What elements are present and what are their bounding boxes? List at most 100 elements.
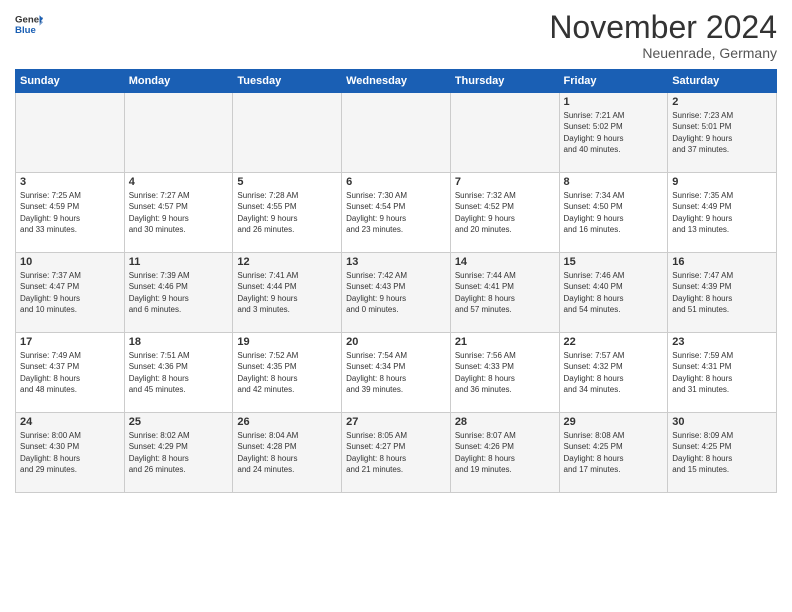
- calendar-day-cell: 7 Sunrise: 7:32 AM Sunset: 4:52 PM Daylig…: [450, 173, 559, 253]
- calendar-day-cell: 20 Sunrise: 7:54 AM Sunset: 4:34 PM Dayli…: [342, 333, 451, 413]
- day-number: 15: [564, 256, 664, 268]
- day-info: Sunrise: 8:08 AM Sunset: 4:25 PM Dayligh…: [564, 430, 664, 475]
- day-number: 24: [20, 416, 120, 428]
- day-number: 10: [20, 256, 120, 268]
- calendar-day-cell: [124, 93, 233, 173]
- weekday-header-cell: Wednesday: [342, 70, 451, 93]
- day-info: Sunrise: 7:37 AM Sunset: 4:47 PM Dayligh…: [20, 270, 120, 315]
- weekday-header-cell: Saturday: [668, 70, 777, 93]
- weekday-header: SundayMondayTuesdayWednesdayThursdayFrid…: [16, 70, 777, 93]
- day-info: Sunrise: 7:54 AM Sunset: 4:34 PM Dayligh…: [346, 350, 446, 395]
- calendar-day-cell: [16, 93, 125, 173]
- day-info: Sunrise: 7:59 AM Sunset: 4:31 PM Dayligh…: [672, 350, 772, 395]
- day-info: Sunrise: 7:30 AM Sunset: 4:54 PM Dayligh…: [346, 190, 446, 235]
- calendar-day-cell: 12 Sunrise: 7:41 AM Sunset: 4:44 PM Dayli…: [233, 253, 342, 333]
- calendar-week-row: 17Sunrise: 7:49 AM Sunset: 4:37 PM Dayli…: [16, 333, 777, 413]
- calendar-day-cell: 16Sunrise: 7:47 AM Sunset: 4:39 PM Dayli…: [668, 253, 777, 333]
- day-info: Sunrise: 7:34 AM Sunset: 4:50 PM Dayligh…: [564, 190, 664, 235]
- calendar-day-cell: 8 Sunrise: 7:34 AM Sunset: 4:50 PM Daylig…: [559, 173, 668, 253]
- calendar-day-cell: 18Sunrise: 7:51 AM Sunset: 4:36 PM Dayli…: [124, 333, 233, 413]
- day-number: 16: [672, 256, 772, 268]
- day-info: Sunrise: 8:04 AM Sunset: 4:28 PM Dayligh…: [237, 430, 337, 475]
- day-number: 2: [672, 96, 772, 108]
- logo: General Blue: [15, 10, 43, 38]
- calendar-day-cell: 22 Sunrise: 7:57 AM Sunset: 4:32 PM Dayli…: [559, 333, 668, 413]
- day-info: Sunrise: 7:51 AM Sunset: 4:36 PM Dayligh…: [129, 350, 229, 395]
- calendar-week-row: 10 Sunrise: 7:37 AM Sunset: 4:47 PM Dayli…: [16, 253, 777, 333]
- calendar-day-cell: [450, 93, 559, 173]
- day-info: Sunrise: 7:42 AM Sunset: 4:43 PM Dayligh…: [346, 270, 446, 315]
- day-number: 19: [237, 336, 337, 348]
- calendar-day-cell: 30 Sunrise: 8:09 AM Sunset: 4:25 PM Dayli…: [668, 413, 777, 493]
- day-info: Sunrise: 7:21 AM Sunset: 5:02 PM Dayligh…: [564, 110, 664, 155]
- day-number: 25: [129, 416, 229, 428]
- day-number: 1: [564, 96, 664, 108]
- day-info: Sunrise: 7:46 AM Sunset: 4:40 PM Dayligh…: [564, 270, 664, 315]
- calendar-day-cell: 3Sunrise: 7:25 AM Sunset: 4:59 PM Daylig…: [16, 173, 125, 253]
- day-number: 21: [455, 336, 555, 348]
- day-info: Sunrise: 7:39 AM Sunset: 4:46 PM Dayligh…: [129, 270, 229, 315]
- day-number: 11: [129, 256, 229, 268]
- day-number: 12: [237, 256, 337, 268]
- day-info: Sunrise: 8:09 AM Sunset: 4:25 PM Dayligh…: [672, 430, 772, 475]
- weekday-header-cell: Monday: [124, 70, 233, 93]
- day-info: Sunrise: 7:28 AM Sunset: 4:55 PM Dayligh…: [237, 190, 337, 235]
- calendar-day-cell: 26 Sunrise: 8:04 AM Sunset: 4:28 PM Dayli…: [233, 413, 342, 493]
- day-number: 5: [237, 176, 337, 188]
- calendar-day-cell: 29 Sunrise: 8:08 AM Sunset: 4:25 PM Dayli…: [559, 413, 668, 493]
- day-number: 4: [129, 176, 229, 188]
- day-info: Sunrise: 8:00 AM Sunset: 4:30 PM Dayligh…: [20, 430, 120, 475]
- day-info: Sunrise: 8:05 AM Sunset: 4:27 PM Dayligh…: [346, 430, 446, 475]
- day-number: 29: [564, 416, 664, 428]
- day-info: Sunrise: 7:57 AM Sunset: 4:32 PM Dayligh…: [564, 350, 664, 395]
- day-number: 23: [672, 336, 772, 348]
- weekday-header-cell: Sunday: [16, 70, 125, 93]
- calendar-day-cell: 23 Sunrise: 7:59 AM Sunset: 4:31 PM Dayli…: [668, 333, 777, 413]
- day-info: Sunrise: 7:41 AM Sunset: 4:44 PM Dayligh…: [237, 270, 337, 315]
- day-number: 30: [672, 416, 772, 428]
- location: Neuenrade, Germany: [549, 45, 777, 61]
- day-info: Sunrise: 7:52 AM Sunset: 4:35 PM Dayligh…: [237, 350, 337, 395]
- day-number: 22: [564, 336, 664, 348]
- day-number: 3: [20, 176, 120, 188]
- calendar: SundayMondayTuesdayWednesdayThursdayFrid…: [15, 69, 777, 493]
- day-number: 7: [455, 176, 555, 188]
- calendar-body: 1 Sunrise: 7:21 AM Sunset: 5:02 PM Daylig…: [16, 93, 777, 493]
- calendar-day-cell: 21 Sunrise: 7:56 AM Sunset: 4:33 PM Dayli…: [450, 333, 559, 413]
- calendar-day-cell: 1 Sunrise: 7:21 AM Sunset: 5:02 PM Daylig…: [559, 93, 668, 173]
- calendar-day-cell: [233, 93, 342, 173]
- day-number: 20: [346, 336, 446, 348]
- calendar-day-cell: 11 Sunrise: 7:39 AM Sunset: 4:46 PM Dayli…: [124, 253, 233, 333]
- day-info: Sunrise: 8:07 AM Sunset: 4:26 PM Dayligh…: [455, 430, 555, 475]
- calendar-week-row: 3Sunrise: 7:25 AM Sunset: 4:59 PM Daylig…: [16, 173, 777, 253]
- weekday-header-cell: Thursday: [450, 70, 559, 93]
- day-number: 17: [20, 336, 120, 348]
- title-section: November 2024 Neuenrade, Germany: [549, 10, 777, 61]
- calendar-day-cell: 28Sunrise: 8:07 AM Sunset: 4:26 PM Dayli…: [450, 413, 559, 493]
- day-number: 13: [346, 256, 446, 268]
- day-number: 8: [564, 176, 664, 188]
- calendar-week-row: 24 Sunrise: 8:00 AM Sunset: 4:30 PM Dayli…: [16, 413, 777, 493]
- calendar-day-cell: 9Sunrise: 7:35 AM Sunset: 4:49 PM Daylig…: [668, 173, 777, 253]
- day-info: Sunrise: 8:02 AM Sunset: 4:29 PM Dayligh…: [129, 430, 229, 475]
- day-number: 27: [346, 416, 446, 428]
- day-info: Sunrise: 7:35 AM Sunset: 4:49 PM Dayligh…: [672, 190, 772, 235]
- calendar-day-cell: [342, 93, 451, 173]
- day-info: Sunrise: 7:44 AM Sunset: 4:41 PM Dayligh…: [455, 270, 555, 315]
- day-info: Sunrise: 7:56 AM Sunset: 4:33 PM Dayligh…: [455, 350, 555, 395]
- calendar-day-cell: 24 Sunrise: 8:00 AM Sunset: 4:30 PM Dayli…: [16, 413, 125, 493]
- day-info: Sunrise: 7:32 AM Sunset: 4:52 PM Dayligh…: [455, 190, 555, 235]
- calendar-week-row: 1 Sunrise: 7:21 AM Sunset: 5:02 PM Daylig…: [16, 93, 777, 173]
- calendar-day-cell: 6 Sunrise: 7:30 AM Sunset: 4:54 PM Daylig…: [342, 173, 451, 253]
- calendar-day-cell: 13 Sunrise: 7:42 AM Sunset: 4:43 PM Dayli…: [342, 253, 451, 333]
- calendar-day-cell: 5 Sunrise: 7:28 AM Sunset: 4:55 PM Daylig…: [233, 173, 342, 253]
- weekday-header-cell: Tuesday: [233, 70, 342, 93]
- day-info: Sunrise: 7:27 AM Sunset: 4:57 PM Dayligh…: [129, 190, 229, 235]
- calendar-day-cell: 19 Sunrise: 7:52 AM Sunset: 4:35 PM Dayli…: [233, 333, 342, 413]
- svg-text:General: General: [15, 14, 43, 25]
- calendar-day-cell: 27 Sunrise: 8:05 AM Sunset: 4:27 PM Dayli…: [342, 413, 451, 493]
- day-number: 6: [346, 176, 446, 188]
- calendar-day-cell: 10 Sunrise: 7:37 AM Sunset: 4:47 PM Dayli…: [16, 253, 125, 333]
- calendar-day-cell: 17Sunrise: 7:49 AM Sunset: 4:37 PM Dayli…: [16, 333, 125, 413]
- day-number: 26: [237, 416, 337, 428]
